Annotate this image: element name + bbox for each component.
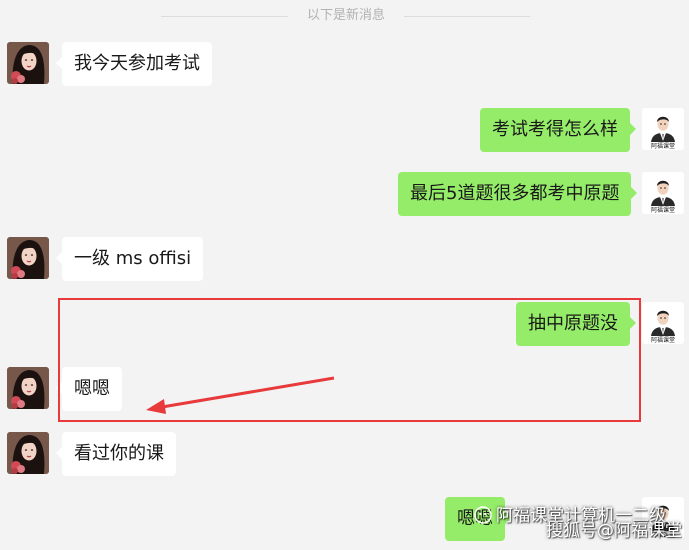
watermark-line-2: 搜狐号@阿福课堂	[546, 521, 682, 541]
watermark: 阿福课堂计算机一二级 搜狐号@阿福课堂	[474, 506, 682, 541]
annotation-arrow	[146, 376, 335, 414]
wechat-icon	[474, 506, 492, 524]
